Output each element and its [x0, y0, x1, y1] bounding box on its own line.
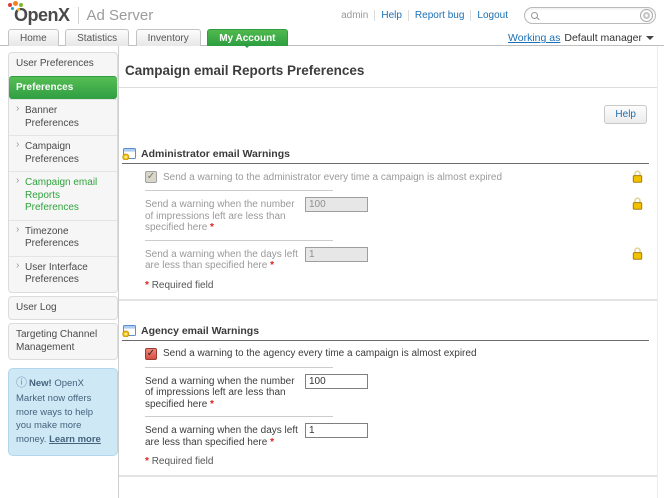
chevron-icon: › — [16, 103, 19, 116]
page-title: Campaign email Reports Preferences — [119, 46, 657, 87]
openx-logo: OpenX Ad Server — [8, 5, 153, 26]
sidebar-preferences-group: User Preferences Preferences › Banner Pr… — [8, 52, 118, 293]
tab-statistics[interactable]: Statistics — [65, 29, 129, 46]
check-icon: ✓ — [147, 172, 155, 182]
help-link[interactable]: Help — [374, 10, 408, 21]
required-asterisk: * — [210, 399, 214, 410]
chevron-icon: › — [16, 224, 19, 237]
required-asterisk: * — [210, 222, 214, 233]
help-row: Help — [119, 88, 657, 124]
header-links: admin Help Report bug Logout — [335, 10, 514, 21]
section-administrator-email-warnings: Administrator email Warnings ✓ Send a wa… — [119, 148, 657, 301]
main-panel: Campaign email Reports Preferences Help … — [118, 46, 658, 498]
sidebar-targeting-group: Targeting Channel Management — [8, 323, 118, 360]
tab-my-account[interactable]: My Account — [207, 29, 287, 46]
required-asterisk: * — [145, 280, 149, 291]
info-icon: ⓘ — [16, 377, 27, 389]
sidebar-item-banner-preferences[interactable]: › Banner Preferences — [9, 99, 117, 135]
lock-icon — [632, 247, 643, 260]
working-as-link[interactable]: Working as — [508, 32, 560, 44]
tab-inventory[interactable]: Inventory — [136, 29, 201, 46]
row-divider — [145, 416, 333, 417]
top-header: OpenX Ad Server admin Help Report bug Lo… — [0, 0, 664, 28]
logout-link[interactable]: Logout — [470, 10, 514, 21]
chevron-icon: › — [16, 260, 19, 273]
lock-icon — [632, 197, 643, 210]
working-as: Working as Default manager — [508, 32, 654, 44]
row-divider — [145, 367, 333, 368]
agency-expiry-warning-checkbox[interactable]: ✓ — [145, 348, 157, 360]
required-asterisk: * — [270, 260, 274, 271]
sidebar-item-preferences[interactable]: Preferences — [9, 76, 117, 100]
chevron-icon: › — [16, 139, 19, 152]
section-agency-email-warnings: Agency email Warnings ✓ Send a warning t… — [119, 325, 657, 478]
preferences-section-icon — [122, 148, 136, 160]
sidebar-item-campaign-preferences[interactable]: › Campaign Preferences — [9, 135, 117, 171]
sidebar-user-log-group: User Log — [8, 296, 118, 321]
admin-expiry-warning-row: ✓ Send a warning to the administrator ev… — [145, 170, 631, 184]
lock-icon — [632, 170, 643, 183]
sidebar-item-user-preferences[interactable]: User Preferences — [9, 53, 117, 76]
sidebar-item-user-log[interactable]: User Log — [9, 297, 117, 320]
product-name: Ad Server — [87, 7, 154, 24]
admin-impressions-threshold-row: Send a warning when the number of impres… — [145, 197, 631, 234]
agency-impressions-threshold-row: Send a warning when the number of impres… — [145, 374, 631, 411]
tab-home[interactable]: Home — [8, 29, 59, 46]
username: admin — [335, 10, 374, 21]
admin-expiry-warning-checkbox[interactable]: ✓ — [145, 171, 157, 183]
required-field-note: * Required field — [145, 280, 657, 291]
required-field-note: * Required field — [145, 456, 657, 467]
openx-logo-text: OpenX — [8, 5, 70, 26]
sidebar-item-user-interface-preferences[interactable]: › User Interface Preferences — [9, 256, 117, 292]
agency-impressions-threshold-input[interactable] — [305, 374, 368, 389]
agency-days-threshold-row: Send a warning when the days left are le… — [145, 423, 631, 448]
admin-days-threshold-row: Send a warning when the days left are le… — [145, 247, 631, 272]
sidebar-item-timezone-preferences[interactable]: › Timezone Preferences — [9, 220, 117, 256]
check-icon: ✓ — [147, 349, 155, 359]
logo-wordmark: OpenX — [14, 5, 70, 25]
help-button[interactable]: Help — [604, 105, 647, 124]
agency-days-threshold-input[interactable] — [305, 423, 368, 438]
row-divider — [145, 190, 333, 191]
promo-highlight: New! — [29, 378, 52, 389]
logo-divider — [78, 7, 79, 24]
tab-bar: Home Statistics Inventory My Account Wor… — [0, 28, 664, 46]
preferences-section-icon — [122, 325, 136, 337]
section-header: Agency email Warnings — [122, 325, 649, 341]
report-bug-link[interactable]: Report bug — [408, 10, 470, 21]
section-divider — [119, 299, 657, 301]
admin-days-threshold-input — [305, 247, 368, 262]
search-icon — [531, 12, 538, 19]
required-asterisk: * — [270, 437, 274, 448]
content-area: User Preferences Preferences › Banner Pr… — [0, 46, 664, 498]
search-box — [524, 7, 656, 24]
agency-expiry-warning-row: ✓ Send a warning to the agency every tim… — [145, 347, 631, 361]
required-asterisk: * — [145, 456, 149, 467]
dropdown-arrow-icon[interactable] — [646, 36, 654, 44]
openx-ad-server-page: OpenX Ad Server admin Help Report bug Lo… — [0, 0, 664, 498]
admin-impressions-threshold-input — [305, 197, 368, 212]
chevron-icon: › — [16, 175, 19, 188]
search-go-button[interactable] — [640, 9, 653, 22]
learn-more-link[interactable]: Learn more — [49, 434, 101, 445]
market-promo-box: ⓘNew! OpenX Market now offers more ways … — [8, 368, 118, 456]
search-input[interactable] — [538, 10, 640, 21]
row-divider — [145, 240, 333, 241]
section-divider — [119, 475, 657, 477]
working-as-value[interactable]: Default manager — [564, 32, 642, 44]
sidebar-item-targeting-channel-management[interactable]: Targeting Channel Management — [9, 324, 117, 359]
header-utilities: admin Help Report bug Logout — [335, 5, 656, 24]
sidebar-item-campaign-email-reports-preferences[interactable]: › Campaign email Reports Preferences — [9, 171, 117, 220]
sidebar: User Preferences Preferences › Banner Pr… — [0, 46, 118, 498]
section-header: Administrator email Warnings — [122, 148, 649, 164]
